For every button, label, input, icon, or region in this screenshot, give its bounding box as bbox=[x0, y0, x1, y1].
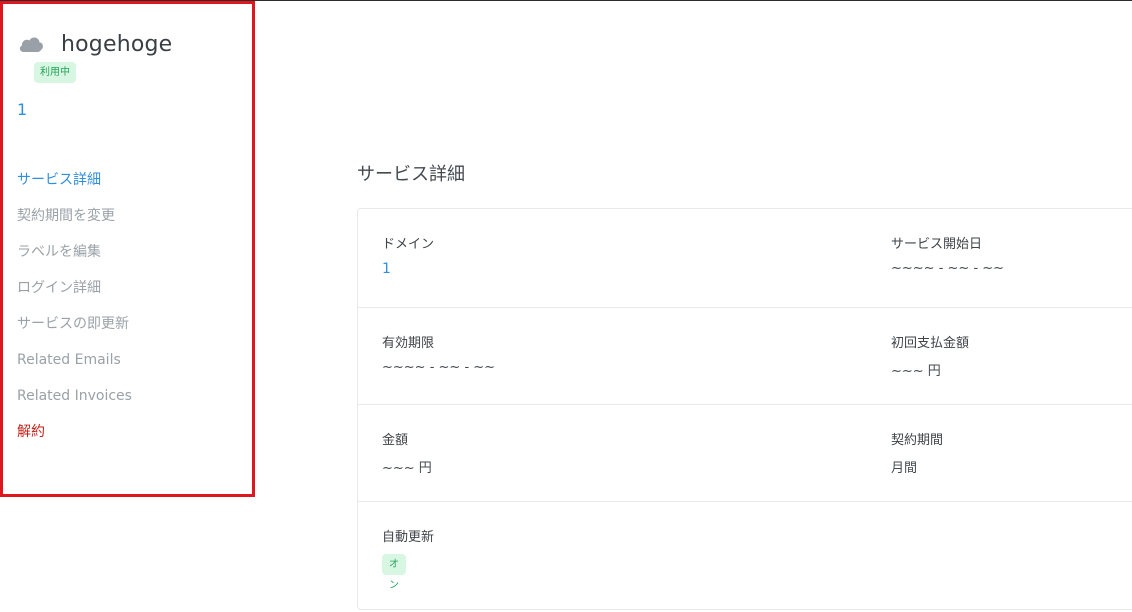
sidebar-item-related-invoices[interactable]: Related Invoices bbox=[17, 383, 132, 419]
service-header: hogehoge bbox=[17, 28, 172, 60]
domain-label: ドメイン bbox=[382, 237, 435, 252]
service-domain-link[interactable]: 1 bbox=[17, 100, 27, 119]
first-payment-label: 初回支払金額 bbox=[891, 336, 970, 351]
sidebar-item-service-details[interactable]: サービス詳細 bbox=[17, 167, 132, 203]
sidebar-item-login-details[interactable]: ログイン詳細 bbox=[17, 275, 132, 311]
first-payment-value: ~~~ 円 bbox=[891, 364, 941, 379]
amount-label: 金額 bbox=[382, 433, 409, 448]
amount-value: ~~~ 円 bbox=[382, 461, 432, 476]
service-name: hogehoge bbox=[61, 31, 173, 57]
domain-link[interactable]: 1 bbox=[382, 261, 391, 277]
start-date-label: サービス開始日 bbox=[891, 237, 983, 252]
service-details-card: ドメイン 1 サービス開始日 ~~~~ - ~~ - ~~ 有効期限 ~~~~ … bbox=[357, 208, 1132, 610]
sidebar: hogehoge 利用中 1 サービス詳細 契約期間を変更 ラベルを編集 ログイ… bbox=[0, 1, 255, 497]
auto-renew-label: 自動更新 bbox=[382, 530, 435, 545]
contract-period-label: 契約期間 bbox=[891, 433, 944, 448]
sidebar-item-cancel[interactable]: 解約 bbox=[17, 419, 132, 455]
cloud-icon bbox=[17, 34, 45, 54]
page-title: サービス詳細 bbox=[357, 164, 465, 185]
sidebar-item-instant-renew[interactable]: サービスの即更新 bbox=[17, 311, 132, 347]
status-badge: 利用中 bbox=[34, 62, 76, 83]
contract-period-value: 月間 bbox=[891, 461, 918, 476]
start-date-value: ~~~~ - ~~ - ~~ bbox=[891, 261, 1005, 276]
auto-renew-status-badge: オン bbox=[382, 554, 406, 591]
expiry-label: 有効期限 bbox=[382, 336, 435, 351]
sidebar-nav: サービス詳細 契約期間を変更 ラベルを編集 ログイン詳細 サービスの即更新 Re… bbox=[17, 167, 132, 455]
details-row: 有効期限 ~~~~ - ~~ - ~~ 初回支払金額 ~~~ 円 bbox=[358, 308, 1132, 405]
sidebar-item-edit-label[interactable]: ラベルを編集 bbox=[17, 239, 132, 275]
sidebar-item-related-emails[interactable]: Related Emails bbox=[17, 347, 132, 383]
details-row: 自動更新 オン bbox=[358, 502, 1132, 612]
details-row: 金額 ~~~ 円 契約期間 月間 bbox=[358, 405, 1132, 502]
sidebar-item-change-contract-period[interactable]: 契約期間を変更 bbox=[17, 203, 132, 239]
expiry-value: ~~~~ - ~~ - ~~ bbox=[382, 360, 496, 375]
details-row: ドメイン 1 サービス開始日 ~~~~ - ~~ - ~~ bbox=[358, 209, 1132, 308]
